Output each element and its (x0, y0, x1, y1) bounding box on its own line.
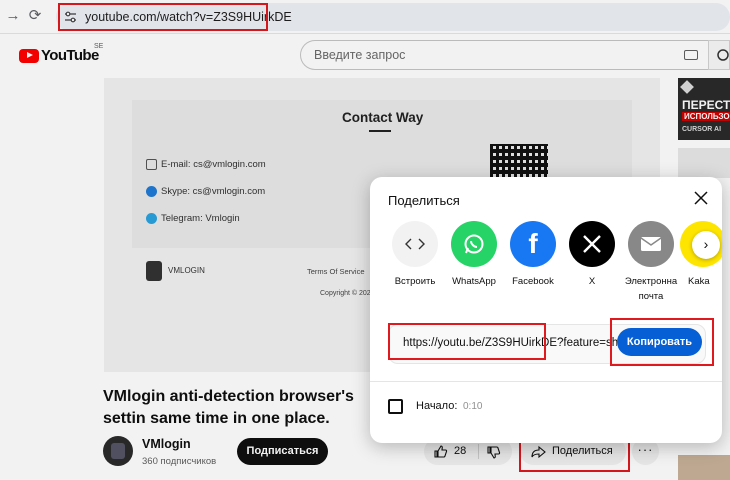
share-facebook[interactable]: f Facebook (503, 221, 563, 289)
embed-icon (392, 221, 438, 267)
share-email-label: Электронна почта (624, 276, 678, 302)
start-at-label: Начало: (416, 400, 458, 412)
share-embed[interactable]: Встроить (385, 221, 445, 289)
start-at-checkbox[interactable] (388, 399, 403, 414)
share-x-label: X (588, 276, 596, 287)
share-dialog: Поделиться Встроить WhatsApp f Facebook … (370, 177, 722, 443)
whatsapp-icon (451, 221, 497, 267)
start-at-time[interactable]: 0:10 (463, 401, 482, 412)
share-email[interactable]: Электронна почта (621, 221, 681, 304)
share-x[interactable]: X (562, 221, 622, 289)
x-icon (569, 221, 615, 267)
share-facebook-label: Facebook (512, 276, 554, 287)
facebook-icon: f (510, 221, 556, 267)
next-arrow-icon[interactable]: › (692, 231, 720, 259)
divider (370, 381, 722, 382)
share-dialog-title: Поделиться (388, 193, 460, 208)
share-whatsapp-label: WhatsApp (452, 276, 496, 287)
close-icon[interactable] (692, 189, 710, 207)
email-share-icon (628, 221, 674, 267)
copy-highlight-box (610, 318, 714, 366)
share-embed-label: Встроить (394, 276, 436, 287)
link-highlight-box (388, 323, 546, 360)
share-whatsapp[interactable]: WhatsApp (444, 221, 504, 289)
share-kakao-label: Kaka (688, 276, 710, 287)
